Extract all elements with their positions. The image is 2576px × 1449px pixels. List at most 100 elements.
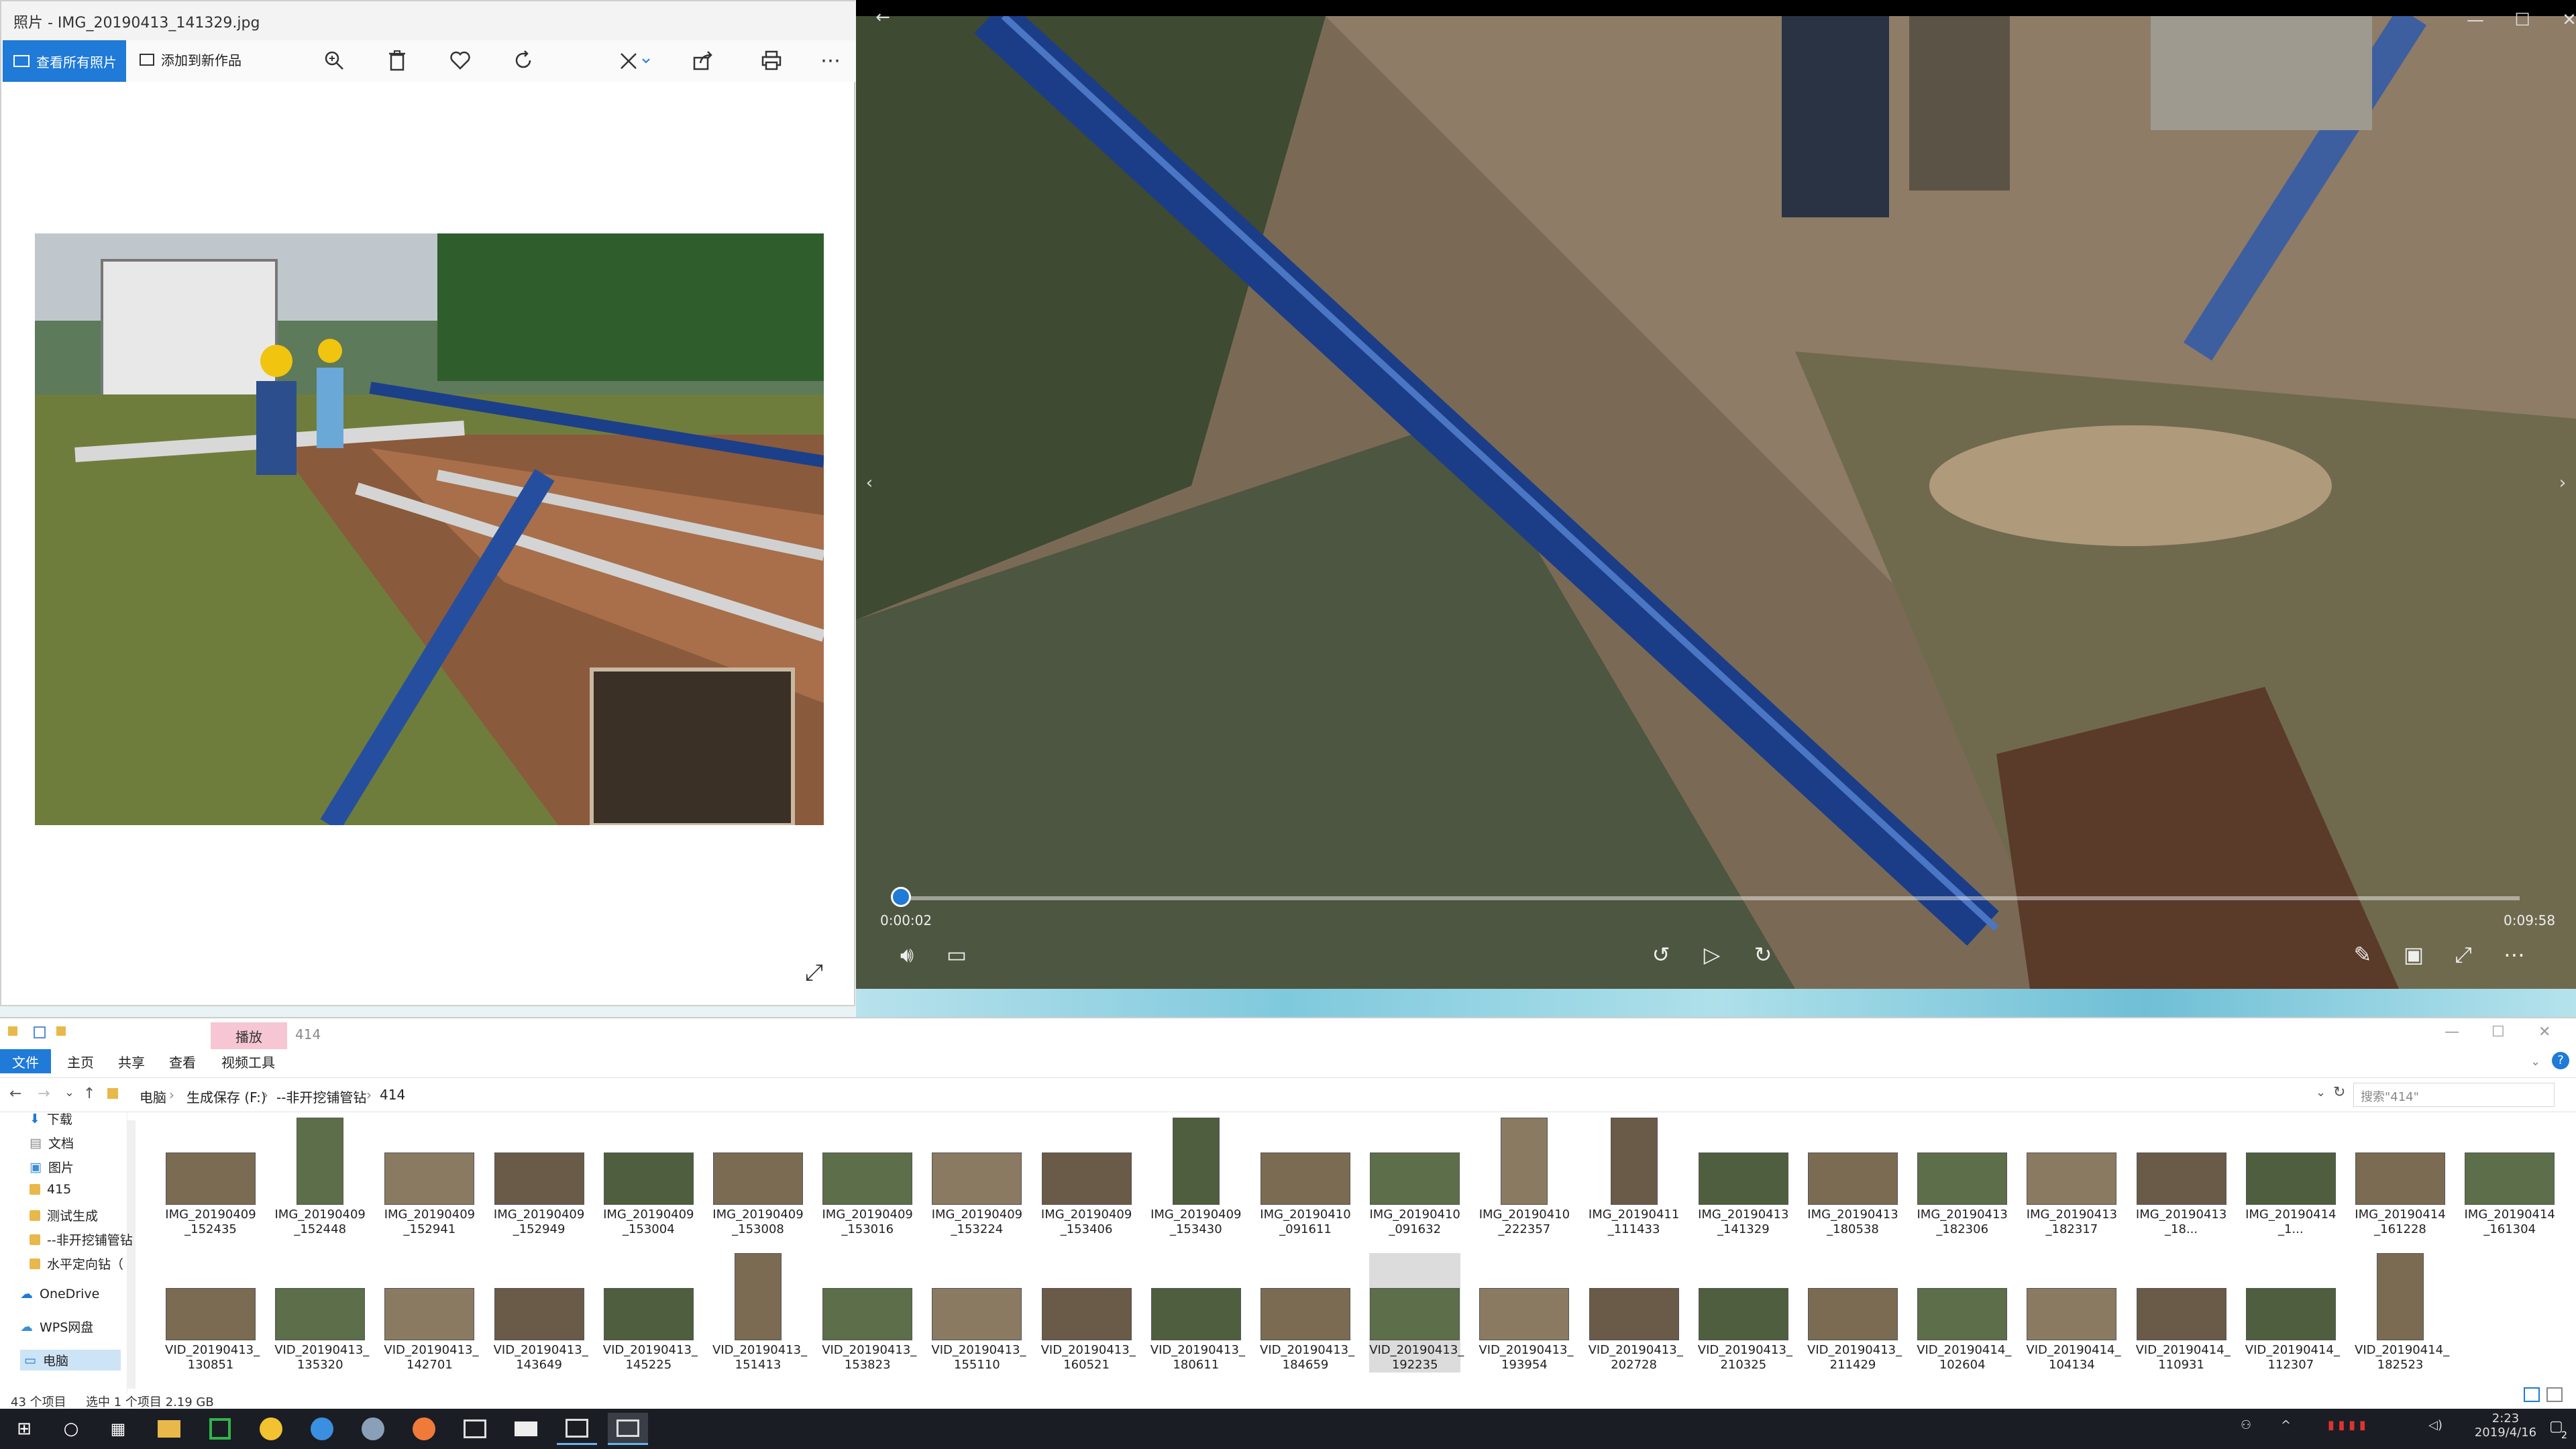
tab-file[interactable]: 文件 [0,1049,51,1073]
edit-pencil-icon[interactable]: ✎ [2343,938,2383,971]
tab-view[interactable]: 查看 [157,1049,208,1073]
ribbon-expand-icon[interactable]: ⌄ [2530,1055,2540,1069]
file-thumbnail[interactable]: VID_20190413_ 155110 [931,1253,1026,1373]
favorite-heart-icon[interactable] [447,47,474,74]
nav-item-pictures[interactable]: ▣ 图片 [30,1158,74,1176]
file-thumbnail[interactable]: VID_20190413_ 130851 [165,1253,260,1373]
next-chevron-icon[interactable]: › [2549,470,2576,496]
file-thumbnail[interactable]: IMG_20190409 _152448 [274,1118,366,1237]
browser-blue-icon[interactable] [302,1413,342,1445]
fullscreen-expand-icon[interactable]: ⤢ [805,959,823,986]
app-white-box-icon[interactable] [506,1413,546,1445]
nav-item-drilling[interactable]: --非开挖铺管钻 [30,1230,133,1248]
file-thumbnail[interactable]: IMG_20190409 _152435 [165,1118,256,1237]
file-thumbnail[interactable]: VID_20190413_ 153823 [822,1253,916,1373]
see-all-photos-button[interactable]: 查看所有照片 [3,40,126,82]
file-thumbnail[interactable]: IMG_20190409 _153406 [1041,1118,1132,1237]
file-thumbnail[interactable]: VID_20190413_ 160521 [1041,1253,1136,1373]
file-thumbnail[interactable]: VID_20190413_ 210325 [1698,1253,1792,1373]
up-icon[interactable]: ↑ [83,1085,95,1102]
file-thumbnail[interactable]: IMG_20190413 _182317 [2026,1118,2117,1237]
file-thumbnail[interactable]: VID_20190413_ 202728 [1589,1253,1683,1373]
previous-chevron-icon[interactable]: ‹ [856,470,883,496]
help-icon[interactable]: ? [2552,1052,2569,1069]
browser-yellow-icon[interactable] [251,1413,291,1445]
file-thumbnail[interactable]: IMG_20190409 _153430 [1150,1118,1242,1237]
file-thumbnail[interactable]: VID_20190413_ 211429 [1807,1253,1902,1373]
explorer-minimize-icon[interactable]: — [2445,1024,2459,1040]
file-thumbnail[interactable]: VID_20190413_ 184659 [1260,1253,1354,1373]
file-thumbnail[interactable]: VID_20190413_ 151413 [712,1253,807,1373]
file-thumbnail[interactable]: IMG_20190413 _18... [2136,1118,2227,1237]
file-thumbnail[interactable]: IMG_20190409 _152949 [494,1118,585,1237]
forward-icon[interactable]: → [38,1085,50,1102]
tab-video-tools[interactable]: 视频工具 [209,1049,287,1073]
photos-taskbar-icon[interactable] [557,1413,597,1445]
file-thumbnail[interactable]: VID_20190414_ 110931 [2136,1253,2231,1373]
add-to-creation-button[interactable]: 添加到新作品 [140,50,241,69]
file-thumbnail[interactable]: IMG_20190410 _091611 [1260,1118,1351,1237]
file-thumbnail[interactable]: VID_20190413_ 180611 [1150,1253,1245,1373]
close-icon[interactable]: ✕ [2542,7,2576,34]
play-context-tab[interactable]: 播放 [211,1022,287,1049]
file-thumbnail[interactable]: IMG_20190413 _141329 [1698,1118,1789,1237]
mini-view-icon[interactable]: ▣ [2394,938,2434,971]
show-hidden-icons-chevron[interactable]: ^ [2281,1418,2291,1432]
file-thumbnail[interactable]: VID_20190414_ 112307 [2245,1253,2340,1373]
nav-item-onedrive[interactable]: ☁ OneDrive [20,1287,99,1301]
file-thumbnail[interactable]: VID_20190413_ 145225 [603,1253,698,1373]
recent-locations-icon[interactable]: ⌄ [64,1085,74,1099]
task-view-icon[interactable]: ▦ [98,1413,138,1445]
nav-item-downloads[interactable]: ⬇ 下载 [30,1110,72,1128]
details-view-icon[interactable] [2524,1387,2540,1402]
subtitles-icon[interactable]: ▭ [936,938,977,971]
file-thumbnail[interactable]: IMG_20190410 _222357 [1479,1118,1570,1237]
volume-icon[interactable]: 🔊︎ [887,938,927,971]
search-input[interactable]: 搜索"414" [2353,1083,2555,1107]
movies-tv-taskbar-icon[interactable] [608,1413,648,1445]
new-folder-icon[interactable] [56,1026,66,1036]
back-icon[interactable]: ← [9,1085,21,1102]
share-icon[interactable] [690,47,716,74]
zoom-icon[interactable] [321,47,347,74]
breadcrumb-drive[interactable]: 生成保存 (F:) [186,1087,266,1106]
nav-item-hdd[interactable]: 水平定向钻（ [30,1254,123,1273]
edit-create-icon[interactable] [612,47,659,74]
wechat-app-icon[interactable] [200,1413,240,1445]
file-explorer-taskbar-icon[interactable] [149,1413,189,1445]
skip-back-10-icon[interactable]: ↺ [1641,938,1681,971]
file-thumbnail[interactable]: VID_20190413_ 192235 [1369,1253,1464,1373]
file-thumbnail[interactable]: IMG_20190409 _152941 [384,1118,475,1237]
breadcrumb-pc[interactable]: 电脑 [140,1087,166,1106]
video-more-options-icon[interactable]: ⋯ [2494,938,2534,971]
clock[interactable]: 2:23 2019/4/16 [2469,1411,2542,1440]
network-speaker-icon[interactable]: ◁) [2428,1418,2443,1432]
skip-forward-30-icon[interactable]: ↻ [1743,938,1783,971]
minimize-icon[interactable]: — [2449,7,2502,34]
app-grey-icon[interactable] [353,1413,393,1445]
properties-icon[interactable] [34,1026,46,1038]
file-thumbnail[interactable]: IMG_20190409 _153004 [603,1118,694,1237]
nav-item-415[interactable]: 415 [30,1182,71,1197]
maximize-icon[interactable]: ☐ [2496,7,2549,34]
app-window-icon[interactable] [455,1413,495,1445]
people-icon[interactable]: ⚇ [2241,1418,2251,1432]
file-thumbnail[interactable]: IMG_20190413 _180538 [1807,1118,1898,1237]
app-orange-icon[interactable] [404,1413,444,1445]
nav-scrollbar[interactable] [127,1120,136,1389]
file-thumbnail[interactable]: IMG_20190414 _161304 [2464,1118,2555,1237]
file-thumbnail[interactable]: IMG_20190409 _153224 [931,1118,1022,1237]
nav-item-pc[interactable]: ▭ 电脑 [20,1350,121,1371]
nav-item-wps[interactable]: ☁ WPS网盘 [20,1318,93,1336]
file-thumbnail[interactable]: IMG_20190409 _153016 [822,1118,913,1237]
breadcrumb-current[interactable]: 414 [380,1087,405,1103]
tab-home[interactable]: 主页 [55,1049,106,1073]
file-thumbnail[interactable]: VID_20190414_ 102604 [1917,1253,2011,1373]
file-thumbnail[interactable]: VID_20190413_ 143649 [494,1253,588,1373]
file-thumbnail[interactable]: IMG_20190409 _153008 [712,1118,804,1237]
file-thumbnail[interactable]: IMG_20190414 _161228 [2355,1118,2446,1237]
file-thumbnail[interactable]: IMG_20190414 _1... [2245,1118,2337,1237]
refresh-icon[interactable]: ↻ [2333,1084,2345,1101]
rotate-icon[interactable] [510,47,537,74]
file-thumbnail[interactable]: VID_20190413_ 193954 [1479,1253,1574,1373]
